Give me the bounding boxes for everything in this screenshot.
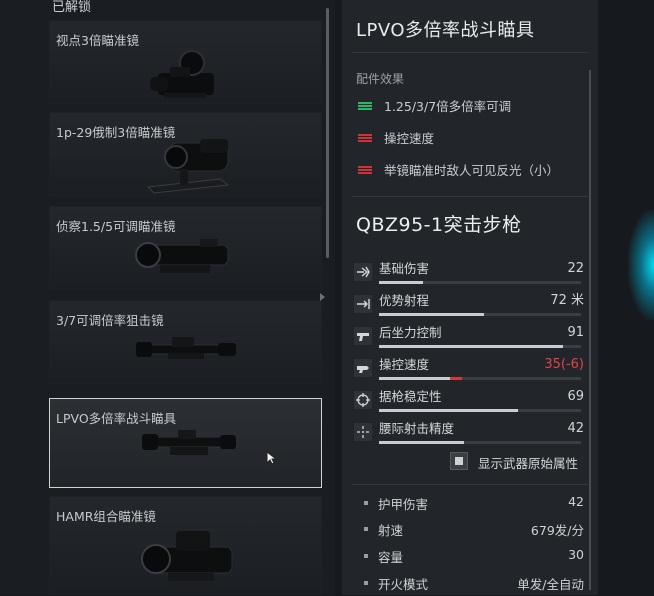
effect-text: 1.25/3/7倍多倍率可调 xyxy=(384,99,512,114)
pistol-grip-icon xyxy=(354,327,372,345)
lpvo-scope-image xyxy=(142,430,236,455)
bullet-icon xyxy=(364,501,368,505)
stat-row: 优势射程 72 米 xyxy=(354,292,586,322)
stat-bar-fill xyxy=(379,313,485,316)
stat-row: 操控速度 35(-6) xyxy=(354,356,586,386)
stat-bar xyxy=(379,441,581,444)
stat-label: 优势射程 xyxy=(379,293,430,308)
stat-label: 基础伤害 xyxy=(379,261,430,276)
stat-row: 腰际射击精度 42 xyxy=(354,420,586,450)
detail-scrollbar[interactable] xyxy=(589,70,591,590)
stat-bar xyxy=(379,409,581,412)
toggle-checkbox[interactable] xyxy=(450,452,468,470)
property-row: 开火模式 单发/全自动 xyxy=(364,574,584,594)
range-icon xyxy=(354,295,372,313)
property-row: 护甲伤害 42 xyxy=(364,494,584,514)
property-row: 射速 679发/分 xyxy=(364,520,584,540)
attachment-card-hamr[interactable]: HAMR组合瞄准镜 xyxy=(49,496,322,595)
bullet-icon xyxy=(364,527,368,531)
property-label: 护甲伤害 xyxy=(378,497,429,512)
weapon-title: QBZ95-1突击步枪 xyxy=(356,214,522,236)
hipfire-icon xyxy=(354,423,372,441)
attachment-card-lpvo[interactable]: LPVO多倍率战斗瞄具 xyxy=(49,398,322,488)
property-value: 30 xyxy=(568,547,584,562)
stat-bar xyxy=(379,313,581,316)
stat-value: 91 xyxy=(567,325,584,340)
stat-label: 据枪稳定性 xyxy=(379,389,442,404)
property-label: 容量 xyxy=(378,550,404,565)
divider xyxy=(352,52,588,53)
effects-header: 配件效果 xyxy=(356,72,405,86)
stat-bar-fill xyxy=(379,377,450,380)
attachment-card-recon-1-5x[interactable]: 侦察1.5/5可调瞄准镜 xyxy=(49,206,322,290)
attachment-title: LPVO多倍率战斗瞄具 xyxy=(356,20,535,41)
stat-row: 后坐力控制 91 xyxy=(354,324,586,354)
property-value: 42 xyxy=(568,494,584,509)
stat-bar-fill xyxy=(379,345,563,348)
attachment-detail-panel: LPVO多倍率战斗瞄具 配件效果 1.25/3/7倍多倍率可调 操控速度 举镜瞄… xyxy=(342,0,598,595)
attachment-list-panel: 已解锁 视点3倍瞄准镜 1p-29俄制3倍瞄准镜 侦察1.5/5可调瞄准镜 3/… xyxy=(0,0,335,595)
divider xyxy=(352,484,588,485)
negative-effect-icon xyxy=(358,134,372,144)
stat-value: 42 xyxy=(567,421,584,436)
negative-effect-icon xyxy=(358,166,372,176)
stat-bar-fill xyxy=(379,281,424,284)
holo-sight-image xyxy=(150,50,214,98)
stat-value: 72 米 xyxy=(550,293,584,308)
stat-label: 腰际射击精度 xyxy=(379,421,455,436)
stat-bar-fill xyxy=(379,441,464,444)
stat-label: 后坐力控制 xyxy=(379,325,442,340)
stat-bar xyxy=(379,345,581,348)
property-label: 射速 xyxy=(378,523,404,538)
property-value: 单发/全自动 xyxy=(517,577,584,592)
bullet-icon xyxy=(364,554,368,558)
attachment-card-3-7x-sniper[interactable]: 3/7可调倍率狙击镜 xyxy=(49,300,322,384)
stat-value: 69 xyxy=(567,389,584,404)
divider xyxy=(352,196,588,197)
stat-value: 22 xyxy=(567,261,584,276)
effect-text: 操控速度 xyxy=(384,131,435,146)
background-glow xyxy=(628,210,654,320)
recon-scope-image xyxy=(135,239,229,273)
stat-bar xyxy=(379,281,581,284)
property-label: 开火模式 xyxy=(378,577,429,592)
stat-bar-penalty xyxy=(449,377,462,380)
stat-row: 基础伤害 22 xyxy=(354,260,586,290)
crosshair-icon xyxy=(354,391,372,409)
property-row: 容量 30 xyxy=(364,547,584,567)
list-scrollbar[interactable] xyxy=(326,8,329,258)
sniper-scope-image xyxy=(136,337,236,359)
attachment-card-1p29[interactable]: 1p-29俄制3倍瞄准镜 xyxy=(49,112,322,196)
attachment-card-holo-3x[interactable]: 视点3倍瞄准镜 xyxy=(49,20,322,104)
unlocked-section-header: 已解锁 xyxy=(52,0,92,15)
stat-label: 操控速度 xyxy=(379,357,430,372)
stat-row: 据枪稳定性 69 xyxy=(354,388,586,418)
effect-text: 举镜瞄准时敌人可见反光（小） xyxy=(384,163,560,178)
property-value: 679发/分 xyxy=(530,523,584,538)
stat-bar xyxy=(379,377,581,380)
stat-value-negative: 35(-6) xyxy=(544,357,584,372)
positive-effect-icon xyxy=(358,102,372,112)
handling-icon xyxy=(354,359,372,377)
bullet-icon xyxy=(364,581,368,585)
collapse-arrow-icon[interactable] xyxy=(320,293,325,301)
damage-icon xyxy=(354,263,372,281)
toggle-label: 显示武器原始属性 xyxy=(478,456,579,471)
stat-bar-fill xyxy=(379,409,519,412)
mouse-cursor-icon xyxy=(266,451,278,465)
hamr-scope-image xyxy=(141,531,233,587)
1p29-scope-image xyxy=(146,139,230,194)
